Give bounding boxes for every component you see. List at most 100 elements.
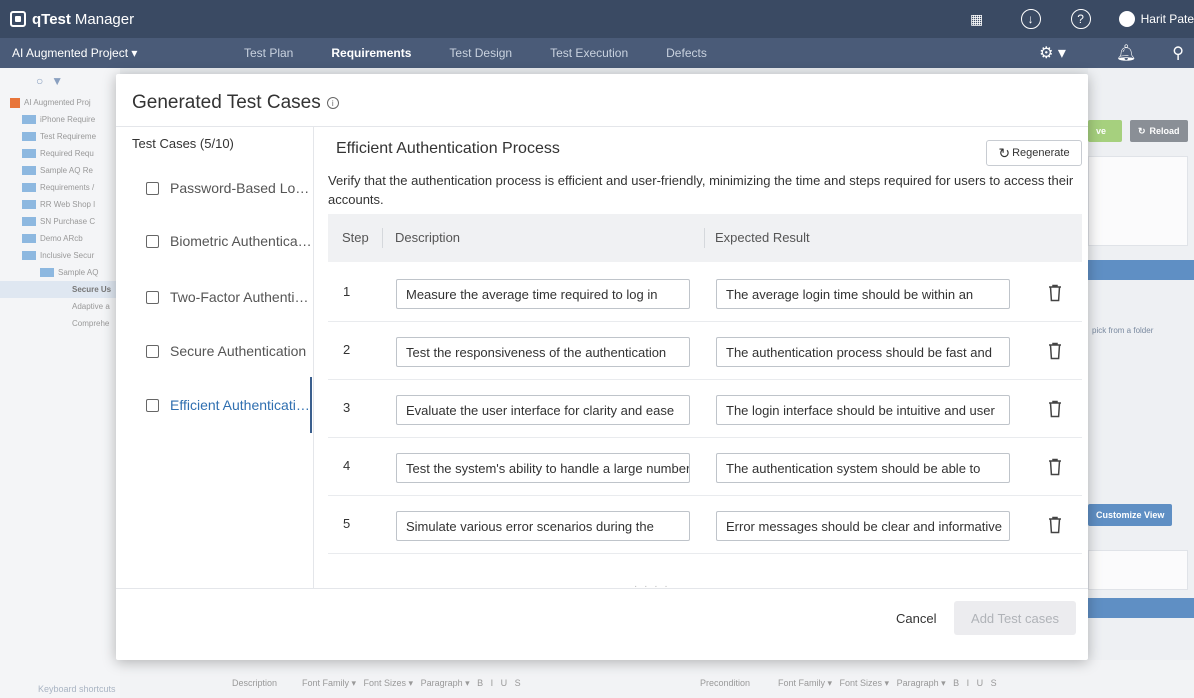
tab-test-design[interactable]: Test Design bbox=[449, 46, 512, 60]
step-number: 4 bbox=[343, 458, 351, 473]
tree-item[interactable]: Sample AQ Re bbox=[0, 162, 120, 179]
dialog-title: Generated Test Cases i bbox=[132, 92, 339, 114]
regenerate-label: Regenerate bbox=[1012, 147, 1070, 159]
step-description-input[interactable]: Simulate various error scenarios during … bbox=[396, 511, 690, 541]
right-panel: ve ↻ Reload pick from a folder Customize… bbox=[1088, 68, 1194, 698]
user-name: Harit Pate bbox=[1140, 12, 1194, 26]
test-case-checkbox[interactable] bbox=[146, 344, 159, 358]
test-case-label: Efficient Authentication Process bbox=[170, 397, 313, 413]
tab-test-execution[interactable]: Test Execution bbox=[550, 46, 628, 60]
delete-step-trash-icon[interactable] bbox=[1048, 458, 1062, 476]
info-icon[interactable]: i bbox=[326, 97, 339, 109]
regenerate-button[interactable]: ↻ Regenerate bbox=[986, 140, 1082, 166]
test-case-checkbox[interactable] bbox=[146, 181, 159, 195]
step-description-input[interactable]: Evaluate the user interface for clarity … bbox=[396, 395, 690, 425]
step-description-input[interactable]: Test the system's ability to handle a la… bbox=[396, 453, 690, 483]
tab-test-plan[interactable]: Test Plan bbox=[244, 46, 293, 60]
delete-step-trash-icon[interactable] bbox=[1048, 400, 1062, 418]
step-description-input[interactable]: Test the responsiveness of the authentic… bbox=[396, 337, 690, 367]
step-expected-input[interactable]: The authentication system should be able… bbox=[716, 453, 1010, 483]
tree-item-label: iPhone Require bbox=[40, 115, 96, 124]
test-case-item[interactable]: Password-Based Login bbox=[146, 177, 314, 199]
tree-item-root[interactable]: AI Augmented Proj bbox=[0, 94, 120, 111]
brand-name: qTest bbox=[32, 10, 71, 28]
reload-icon: ↻ bbox=[1138, 125, 1146, 136]
folder-icon bbox=[22, 132, 36, 141]
folder-icon bbox=[22, 115, 36, 124]
test-case-item[interactable]: Two-Factor Authentication bbox=[146, 286, 314, 308]
tree-item-label: Required Requ bbox=[40, 149, 94, 158]
test-case-checkbox[interactable] bbox=[146, 398, 159, 412]
cancel-button[interactable]: Cancel bbox=[896, 611, 936, 626]
step-expected-input[interactable]: Error messages should be clear and infor… bbox=[716, 511, 1010, 541]
tree-item-label: Test Requireme bbox=[40, 132, 97, 141]
tree-item[interactable]: Adaptive a bbox=[0, 298, 120, 315]
test-case-label: Password-Based Login bbox=[170, 180, 313, 196]
app-logo[interactable]: qTest Manager bbox=[10, 11, 134, 28]
test-case-item[interactable]: Secure Authentication bbox=[146, 340, 314, 362]
requirements-tree: ○ ▼ AI Augmented Proj iPhone Require Tes… bbox=[0, 68, 120, 698]
generated-test-cases-dialog: Generated Test Cases i Test Cases (5/10)… bbox=[116, 74, 1088, 660]
tree-item[interactable]: Sample AQ bbox=[0, 264, 120, 281]
scroll-more-indicator: · · · · bbox=[634, 581, 670, 588]
precondition-label: Precondition bbox=[700, 678, 751, 688]
tree-item[interactable]: Requirements / bbox=[0, 179, 120, 196]
step-description-input[interactable]: Measure the average time required to log… bbox=[396, 279, 690, 309]
add-test-cases-button[interactable]: Add Test cases bbox=[954, 601, 1076, 635]
tree-item[interactable]: Test Requireme bbox=[0, 128, 120, 145]
keyboard-shortcuts-link[interactable]: Keyboard shortcuts bbox=[38, 684, 116, 694]
test-case-checkbox[interactable] bbox=[146, 290, 159, 304]
project-selector[interactable]: AI Augmented Project ▾ bbox=[12, 46, 222, 60]
apps-grid-icon[interactable]: ▦ bbox=[967, 9, 987, 29]
download-icon[interactable]: ↓ bbox=[1020, 9, 1041, 29]
tree-toolbar: ○ ▼ bbox=[0, 68, 120, 94]
panel-box bbox=[1088, 156, 1188, 246]
panel-header-strip bbox=[1088, 598, 1194, 618]
tree-tool-icon[interactable]: ○ bbox=[36, 74, 43, 88]
test-case-label: Two-Factor Authentication bbox=[170, 289, 313, 305]
help-icon[interactable]: ? bbox=[1070, 9, 1091, 29]
step-row: 1 Measure the average time required to l… bbox=[328, 264, 1082, 322]
notifications-bell-icon[interactable]: 🔔︎ bbox=[1116, 43, 1136, 63]
test-case-detail: Efficient Authentication Process ↻ Regen… bbox=[314, 127, 1088, 588]
dialog-title-text: Generated Test Cases bbox=[132, 92, 321, 113]
delete-step-trash-icon[interactable] bbox=[1048, 342, 1062, 360]
tab-requirements[interactable]: Requirements bbox=[331, 46, 411, 60]
test-case-checkbox[interactable] bbox=[146, 234, 159, 248]
tree-item-label: Secure Us bbox=[72, 285, 112, 294]
test-case-description: Verify that the authentication process i… bbox=[328, 173, 1074, 207]
user-menu[interactable]: Harit Pate bbox=[1118, 11, 1194, 27]
tree-item[interactable]: SN Purchase C bbox=[0, 213, 120, 230]
step-expected-input[interactable]: The login interface should be intuitive … bbox=[716, 395, 1010, 425]
test-case-item-active[interactable]: Efficient Authentication Process bbox=[146, 394, 314, 416]
panel-header-strip bbox=[1088, 260, 1194, 280]
tree-item[interactable]: Demo ARcb bbox=[0, 230, 120, 247]
test-case-item[interactable]: Biometric Authentication bbox=[146, 230, 314, 252]
tree-item[interactable]: Inclusive Secur bbox=[0, 247, 120, 264]
tree-item[interactable]: Comprehe bbox=[0, 315, 120, 332]
partial-green-button[interactable]: ve bbox=[1088, 120, 1122, 142]
step-expected-input[interactable]: The authentication process should be fas… bbox=[716, 337, 1010, 367]
column-description: Description bbox=[395, 230, 461, 245]
tab-defects[interactable]: Defects bbox=[666, 46, 707, 60]
step-expected-input[interactable]: The average login time should be within … bbox=[716, 279, 1010, 309]
folder-icon bbox=[22, 234, 36, 243]
tree-item-label: Adaptive a bbox=[72, 302, 110, 311]
search-icon[interactable]: ⚲ bbox=[1172, 43, 1184, 63]
delete-step-trash-icon[interactable] bbox=[1048, 284, 1062, 302]
folder-hint: pick from a folder bbox=[1092, 326, 1154, 335]
tree-filter-icon[interactable]: ▼ bbox=[51, 74, 63, 88]
tree-item[interactable]: iPhone Require bbox=[0, 111, 120, 128]
tree-item[interactable]: RR Web Shop l bbox=[0, 196, 120, 213]
column-step: Step bbox=[342, 230, 369, 245]
tree-item-label: SN Purchase C bbox=[40, 217, 96, 226]
tree-item-selected[interactable]: Secure Us bbox=[0, 281, 120, 298]
tree-item[interactable]: Required Requ bbox=[0, 145, 120, 162]
delete-step-trash-icon[interactable] bbox=[1048, 516, 1062, 534]
editor-toolbar[interactable]: Font Family ▾ Font Sizes ▾ Paragraph ▾ B… bbox=[302, 678, 521, 689]
reload-button[interactable]: ↻ Reload bbox=[1130, 120, 1188, 142]
settings-gear-icon[interactable]: ⚙ ▾ bbox=[1039, 43, 1066, 63]
customize-view-button[interactable]: Customize View bbox=[1088, 504, 1173, 526]
tree-item-label: Sample AQ Re bbox=[40, 166, 93, 175]
editor-toolbar[interactable]: Font Family ▾ Font Sizes ▾ Paragraph ▾ B… bbox=[778, 678, 997, 689]
